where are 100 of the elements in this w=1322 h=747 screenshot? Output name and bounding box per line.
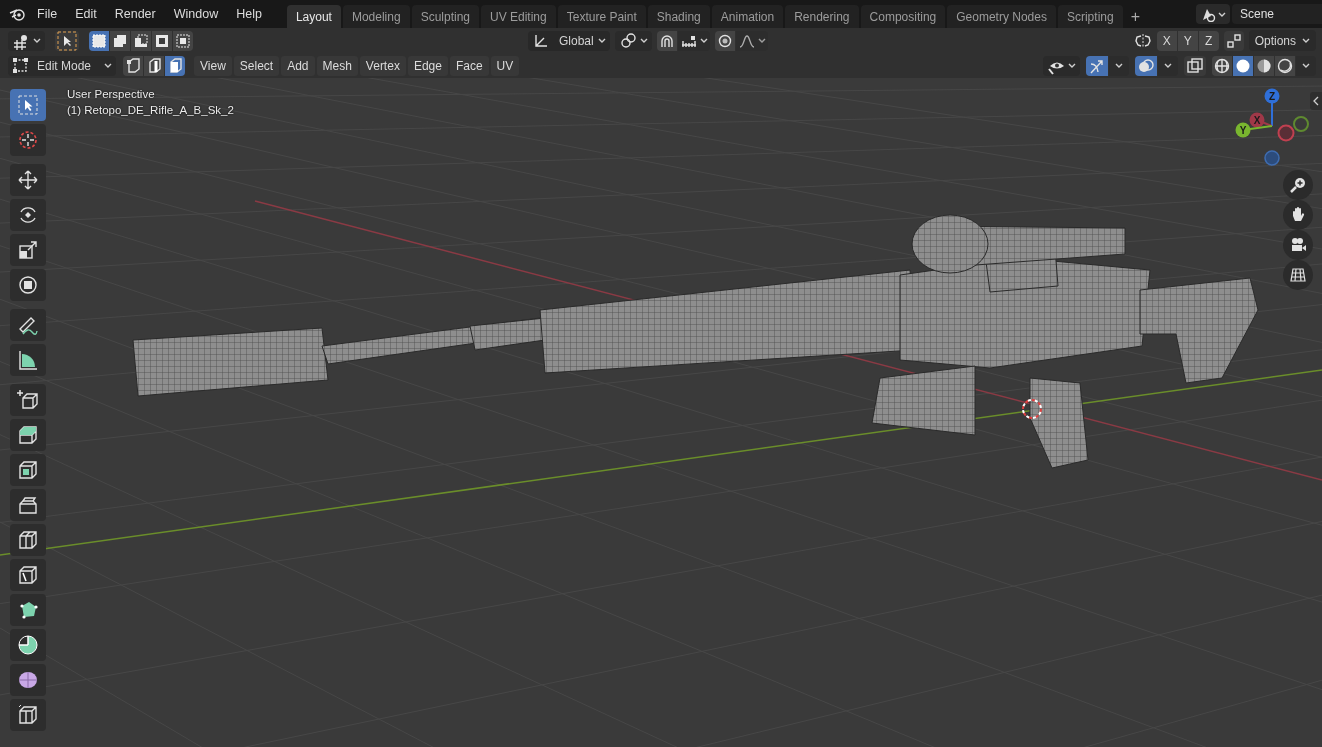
workspace-tab[interactable]: Scripting (1057, 5, 1123, 28)
menu-button[interactable]: Vertex (359, 55, 406, 76)
mirror-axis-toggle[interactable]: X (1156, 30, 1177, 51)
overlay-dropdown[interactable] (1158, 55, 1178, 76)
subtract-selection-icon (133, 32, 149, 49)
scene-dropdown[interactable] (1196, 4, 1230, 24)
shading-toggle[interactable] (1233, 55, 1253, 76)
tool-button[interactable] (10, 89, 46, 121)
tool-button[interactable] (10, 269, 46, 301)
scene-field[interactable]: Scene (1232, 4, 1322, 24)
caret-icon (758, 38, 766, 43)
options-dropdown[interactable]: Options (1248, 30, 1316, 51)
axes-icon (532, 32, 550, 49)
menu-item[interactable]: Render (105, 3, 165, 25)
tool-button[interactable] (10, 524, 46, 556)
auto-merge-toggle[interactable] (1223, 30, 1244, 51)
tool-button[interactable] (10, 384, 46, 416)
menu-button[interactable]: UV (490, 55, 520, 76)
select-mode-toggle[interactable] (123, 55, 143, 76)
camera-button[interactable] (1283, 230, 1313, 260)
menu-item[interactable]: Window (164, 3, 228, 25)
select-mode-button[interactable] (89, 30, 109, 51)
tool-button[interactable] (10, 309, 46, 341)
tool-button[interactable] (10, 629, 46, 661)
tool-button[interactable] (10, 234, 46, 266)
workspace-tab[interactable]: Compositing (860, 5, 946, 28)
select-mode-toggle[interactable] (165, 55, 185, 76)
orientation-dropdown[interactable]: Global (528, 30, 610, 51)
select-mode-toggle[interactable] (144, 55, 164, 76)
tool-button[interactable] (10, 454, 46, 486)
loop-cut-icon (16, 528, 40, 552)
select-tool-button[interactable] (55, 30, 79, 51)
shading-toggle[interactable] (1212, 55, 1232, 76)
workspace-tab[interactable]: Shading (647, 5, 710, 28)
shading-toggle[interactable] (1275, 55, 1295, 76)
tool-button[interactable] (10, 594, 46, 626)
menu-button[interactable]: Add (281, 55, 315, 76)
tool-button[interactable] (10, 344, 46, 376)
xray-toggle[interactable] (1184, 55, 1206, 76)
magnet-icon (659, 32, 675, 49)
workspace-tab[interactable]: Modeling (342, 5, 410, 28)
overlay-toggle[interactable] (1135, 55, 1157, 76)
tool-button[interactable] (10, 419, 46, 451)
caret-icon (640, 38, 648, 43)
negative-y-handle[interactable] (1293, 116, 1309, 132)
tool-button[interactable] (10, 124, 46, 156)
mirror-axis-toggle[interactable]: Z (1198, 30, 1219, 51)
gizmo-dropdown[interactable] (1109, 55, 1129, 76)
snap-toggle[interactable] (657, 30, 677, 51)
add-workspace-button[interactable]: + (1124, 5, 1146, 28)
mode-dropdown[interactable]: Edit Mode (8, 55, 116, 76)
workspace-tab[interactable]: Layout (286, 5, 341, 28)
view-name: User Perspective (67, 88, 156, 100)
zoom-button[interactable] (1283, 170, 1313, 200)
intersect-selection-icon (175, 32, 191, 49)
workspace-tab[interactable]: Sculpting (411, 5, 479, 28)
3d-cursor-icon (1022, 399, 1042, 419)
select-mode-button[interactable] (110, 30, 130, 51)
menu-button[interactable]: Face (449, 55, 489, 76)
menu-button[interactable]: Mesh (316, 55, 358, 76)
tool-button[interactable] (10, 559, 46, 591)
menu-item[interactable]: Edit (66, 3, 106, 25)
select-mode-button[interactable] (131, 30, 151, 51)
tool-button[interactable] (10, 489, 46, 521)
mirror-axis-toggle[interactable]: Y (1177, 30, 1198, 51)
shading-dropdown[interactable] (1296, 55, 1316, 76)
menu-button[interactable]: Edge (407, 55, 448, 76)
gizmo-toggle[interactable] (1086, 55, 1108, 76)
proportional-edit-toggle[interactable] (715, 30, 735, 51)
select-mode-button[interactable] (173, 30, 193, 51)
sidebar-toggle[interactable] (1310, 92, 1322, 110)
spin-icon (16, 633, 40, 657)
workspace-tab[interactable]: Texture Paint (557, 5, 646, 28)
negative-x-handle[interactable] (1277, 124, 1295, 142)
menu-item[interactable]: Help (227, 3, 271, 25)
workspace-tab[interactable]: Animation (711, 5, 784, 28)
select-mode-button[interactable] (152, 30, 172, 51)
workspace-tab[interactable]: Geometry Nodes (947, 5, 1056, 28)
menu-button[interactable]: Select (233, 55, 280, 76)
menu-button[interactable]: View (194, 55, 232, 76)
tool-settings-dropdown[interactable] (8, 30, 45, 51)
hand-button[interactable] (1283, 200, 1313, 230)
select-box-icon (16, 93, 40, 117)
tool-button[interactable] (10, 199, 46, 231)
shading-toggle[interactable] (1254, 55, 1274, 76)
menu-item[interactable]: File (28, 3, 67, 25)
negative-z-handle[interactable] (1264, 150, 1280, 166)
extend-selection-icon (112, 32, 128, 49)
tool-button[interactable] (10, 164, 46, 196)
workspace-tab[interactable]: Rendering (785, 5, 859, 28)
tool-button[interactable] (10, 664, 46, 696)
caret-icon (1068, 63, 1076, 68)
tool-button[interactable] (10, 699, 46, 731)
visibility-dropdown[interactable] (1043, 55, 1080, 76)
workspace-tab[interactable]: UV Editing (481, 5, 556, 28)
grid-view-button[interactable] (1283, 260, 1313, 290)
pivot-dropdown[interactable] (615, 30, 652, 51)
scale-icon (16, 238, 40, 262)
z-axis-handle[interactable]: Z (1264, 88, 1280, 127)
snap-target-dropdown[interactable] (678, 30, 710, 51)
